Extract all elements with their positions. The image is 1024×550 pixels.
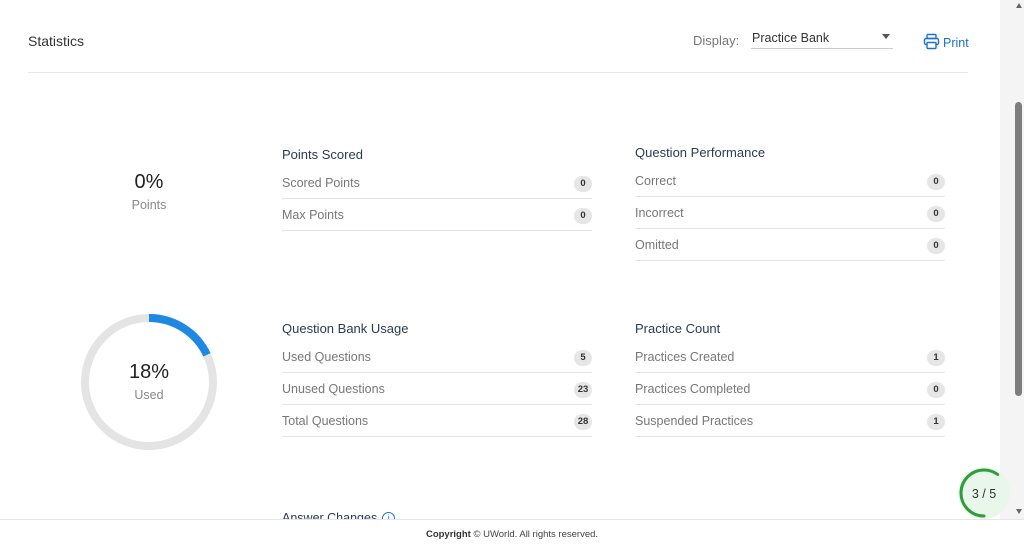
list-item: Practices Created 1: [635, 341, 945, 373]
count-badge: 28: [574, 414, 592, 430]
page-title: Statistics: [28, 33, 85, 49]
main-content: Statistics Display: Practice Bank Print …: [0, 0, 1000, 519]
list-item: Unused Questions 23: [282, 373, 592, 405]
list-item: Used Questions 5: [282, 341, 592, 373]
question-performance-section: Question Performance Correct 0 Incorrect…: [635, 145, 945, 261]
vertical-scrollbar[interactable]: [1000, 0, 1024, 519]
caret-down-icon: [882, 34, 890, 39]
row-label: Scored Points: [282, 176, 360, 190]
copyright-text: © UWorld. All rights reserved.: [470, 529, 599, 540]
answer-changes-heading: Answer Changes i: [282, 511, 396, 519]
display-label: Display:: [693, 33, 740, 48]
progress-widget[interactable]: 3 / 5: [958, 467, 1010, 519]
count-badge: 1: [927, 414, 945, 430]
list-item: Scored Points 0: [282, 167, 592, 199]
row-label: Used Questions: [282, 350, 371, 364]
row-label: Practices Completed: [635, 382, 751, 396]
list-item: Omitted 0: [635, 229, 945, 261]
page-header: Statistics Display: Practice Bank Print: [28, 0, 969, 73]
list-item: Suspended Practices 1: [635, 405, 945, 437]
list-item: Incorrect 0: [635, 197, 945, 229]
count-badge: 23: [574, 382, 592, 398]
print-label: Print: [943, 35, 969, 50]
question-performance-title: Question Performance: [635, 145, 766, 160]
count-badge: 0: [927, 174, 945, 190]
progress-text: 3 / 5: [971, 487, 997, 501]
points-scored-title: Points Scored: [282, 147, 363, 162]
list-item: Practices Completed 0: [635, 373, 945, 405]
count-badge: 0: [927, 206, 945, 222]
count-badge: 0: [574, 208, 592, 224]
points-scored-section: Points Scored Scored Points 0 Max Points…: [282, 147, 592, 231]
scroll-up-arrow-icon[interactable]: [1016, 3, 1022, 8]
question-bank-usage-section: Question Bank Usage Used Questions 5 Unu…: [282, 321, 592, 437]
answer-changes-title: Answer Changes: [282, 511, 378, 519]
footer: Copyright © UWorld. All rights reserved.: [0, 519, 1024, 549]
count-badge: 1: [927, 350, 945, 366]
usage-percent: 18%: [128, 361, 170, 383]
display-selected-value: Practice Bank: [752, 31, 830, 45]
scroll-down-arrow-icon[interactable]: [1016, 509, 1022, 514]
list-item: Total Questions 28: [282, 405, 592, 437]
scrollbar-thumb[interactable]: [1015, 102, 1022, 396]
row-label: Practices Created: [635, 350, 735, 364]
practice-count-title: Practice Count: [635, 321, 721, 336]
question-bank-usage-title: Question Bank Usage: [282, 321, 409, 336]
row-label: Omitted: [635, 238, 679, 252]
count-badge: 0: [574, 176, 592, 192]
info-icon[interactable]: i: [382, 511, 396, 519]
count-badge: 5: [574, 350, 592, 366]
points-percent: 0%: [134, 171, 164, 193]
practice-count-section: Practice Count Practices Created 1 Pract…: [635, 321, 945, 437]
row-label: Total Questions: [282, 414, 369, 428]
display-dropdown[interactable]: Practice Bank: [751, 24, 893, 49]
printer-icon: [923, 33, 940, 49]
list-item: Correct 0: [635, 165, 945, 197]
usage-label: Used: [134, 388, 164, 402]
row-label: Unused Questions: [282, 382, 385, 396]
print-button[interactable]: Print: [923, 31, 969, 51]
count-badge: 0: [927, 382, 945, 398]
list-item: Max Points 0: [282, 199, 592, 231]
row-label: Incorrect: [635, 206, 684, 220]
row-label: Suspended Practices: [635, 414, 754, 428]
count-badge: 0: [927, 238, 945, 254]
row-label: Correct: [635, 174, 676, 188]
row-label: Max Points: [282, 208, 344, 222]
copyright-bold: Copyright: [425, 529, 471, 540]
points-label: Points: [131, 198, 167, 212]
